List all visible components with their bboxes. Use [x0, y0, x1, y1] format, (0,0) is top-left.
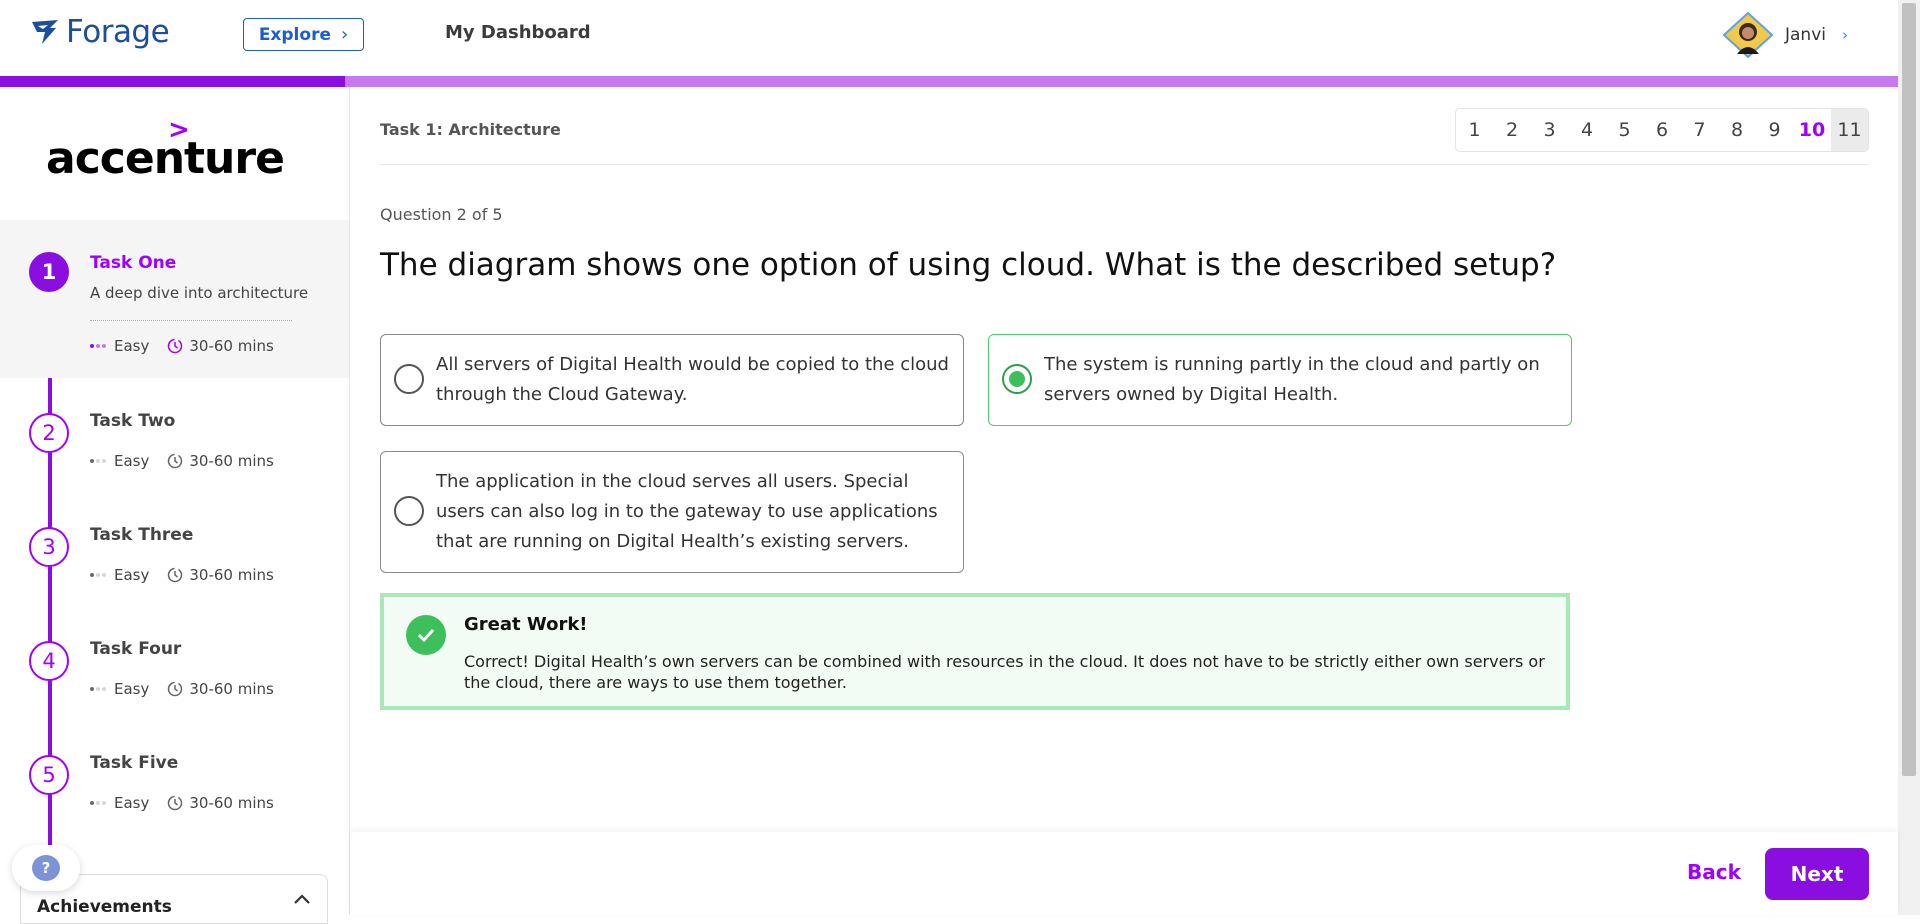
- avatar: [1723, 12, 1773, 58]
- duration-label: 30-60 mins: [189, 680, 274, 698]
- explore-label: Explore: [258, 24, 331, 45]
- task-meta: Easy 30-60 mins: [90, 452, 274, 470]
- help-button[interactable]: ?: [12, 845, 80, 891]
- difficulty-icon: [90, 459, 106, 463]
- header-divider: [380, 164, 1868, 165]
- task-number: 5: [29, 755, 69, 795]
- task-meta: Easy 30-60 mins: [90, 794, 274, 812]
- clock-icon: [168, 795, 183, 811]
- user-name: Janvi: [1785, 25, 1826, 45]
- page-11[interactable]: 11: [1831, 109, 1868, 151]
- page-1[interactable]: 1: [1456, 109, 1493, 151]
- back-button[interactable]: Back: [1687, 860, 1741, 884]
- footer-nav: Back Next: [350, 832, 1898, 915]
- duration-label: 30-60 mins: [189, 452, 274, 470]
- chevron-up-icon: [294, 894, 310, 904]
- question-text: The diagram shows one option of using cl…: [380, 247, 1557, 283]
- answer-option-3[interactable]: The application in the cloud serves all …: [380, 451, 964, 573]
- task-title: Task Three: [90, 525, 194, 545]
- course-progress-bar: [0, 76, 1898, 87]
- option-text: The system is running partly in the clou…: [1044, 354, 1540, 405]
- achievements-label: Achievements: [37, 897, 172, 917]
- sidebar-task-five[interactable]: 5 Task Five Easy 30-60 mins: [0, 720, 349, 834]
- sidebar-task-three[interactable]: 3 Task Three Easy 30-60 mins: [0, 492, 349, 606]
- task-number: 4: [29, 641, 69, 681]
- chevron-right-icon: ›: [340, 24, 349, 45]
- page-4[interactable]: 4: [1568, 109, 1606, 151]
- page-navigator: 1 2 3 4 5 6 7 8 9 10 11: [1455, 108, 1869, 152]
- duration-label: 30-60 mins: [189, 566, 274, 584]
- top-header: Forage Explore › My Dashboard Janvi ›: [0, 0, 1898, 76]
- feedback-body: Correct! Digital Health’s own servers ca…: [464, 652, 1545, 692]
- difficulty-label: Easy: [114, 566, 150, 584]
- page-8[interactable]: 8: [1718, 109, 1756, 151]
- forage-logo-icon: [32, 20, 58, 44]
- difficulty-label: Easy: [114, 680, 150, 698]
- task-number: 2: [29, 413, 69, 453]
- task-divider: [90, 320, 292, 321]
- radio-button[interactable]: [394, 364, 424, 394]
- page-9[interactable]: 9: [1756, 109, 1793, 151]
- task-heading: Task 1: Architecture: [380, 120, 561, 139]
- accenture-logo: > accenture: [46, 115, 285, 185]
- page-7[interactable]: 7: [1681, 109, 1718, 151]
- page-5[interactable]: 5: [1606, 109, 1643, 151]
- feedback-panel: Great Work! Correct! Digital Health’s ow…: [380, 593, 1570, 710]
- difficulty-label: Easy: [114, 337, 150, 355]
- task-title: Task Two: [90, 411, 176, 431]
- next-button[interactable]: Next: [1765, 848, 1869, 900]
- my-dashboard-link[interactable]: My Dashboard: [445, 22, 591, 43]
- task-title: Task One: [90, 253, 177, 273]
- sidebar-task-two[interactable]: 2 Task Two Easy 30-60 mins: [0, 378, 349, 492]
- page-10[interactable]: 10: [1793, 109, 1831, 151]
- check-circle-icon: [406, 615, 446, 655]
- task-meta: Easy 30-60 mins: [90, 566, 274, 584]
- page-6[interactable]: 6: [1643, 109, 1681, 151]
- scrollbar-thumb[interactable]: [1902, 3, 1916, 776]
- page-3[interactable]: 3: [1531, 109, 1568, 151]
- forage-logo[interactable]: Forage: [30, 14, 170, 50]
- radio-button[interactable]: [394, 496, 424, 526]
- main-content: Task 1: Architecture 1 2 3 4 5 6 7 8 9 1…: [350, 87, 1898, 915]
- logo-text: Forage: [66, 14, 170, 50]
- difficulty-icon: [90, 344, 106, 348]
- option-text: The application in the cloud serves all …: [436, 471, 938, 552]
- difficulty-icon: [90, 801, 106, 805]
- difficulty-label: Easy: [114, 452, 150, 470]
- answer-option-2[interactable]: The system is running partly in the clou…: [988, 334, 1572, 426]
- task-description: A deep dive into architecture: [90, 284, 309, 302]
- clock-icon: [168, 453, 183, 469]
- user-menu[interactable]: Janvi ›: [1723, 12, 1848, 58]
- duration-label: 30-60 mins: [189, 794, 274, 812]
- difficulty-label: Easy: [114, 794, 150, 812]
- clock-icon: [168, 338, 183, 354]
- page-2[interactable]: 2: [1493, 109, 1531, 151]
- option-text: All servers of Digital Health would be c…: [436, 354, 949, 405]
- task-title: Task Four: [90, 639, 182, 659]
- page-scrollbar[interactable]: [1898, 0, 1920, 915]
- answer-option-1[interactable]: All servers of Digital Health would be c…: [380, 334, 964, 426]
- task-meta: Easy 30-60 mins: [90, 680, 274, 698]
- progress-fill: [0, 76, 346, 87]
- difficulty-icon: [90, 573, 106, 577]
- sidebar: > accenture 1 Task One A deep dive into …: [0, 87, 350, 915]
- duration-label: 30-60 mins: [189, 337, 274, 355]
- difficulty-icon: [90, 687, 106, 691]
- sidebar-task-four[interactable]: 4 Task Four Easy 30-60 mins: [0, 606, 349, 720]
- help-icon: ?: [32, 855, 60, 881]
- radio-button-selected[interactable]: [1002, 364, 1032, 394]
- task-number: 1: [29, 252, 69, 292]
- feedback-title: Great Work!: [464, 614, 588, 635]
- task-meta: Easy 30-60 mins: [90, 337, 274, 355]
- clock-icon: [168, 681, 183, 697]
- task-number: 3: [29, 527, 69, 567]
- question-count: Question 2 of 5: [380, 205, 503, 224]
- brand-text: accenture: [46, 133, 285, 184]
- chevron-right-icon: ›: [1842, 26, 1848, 44]
- task-title: Task Five: [90, 753, 179, 773]
- sidebar-task-one[interactable]: 1 Task One A deep dive into architecture…: [0, 220, 349, 378]
- explore-button[interactable]: Explore ›: [243, 18, 364, 51]
- clock-icon: [168, 567, 183, 583]
